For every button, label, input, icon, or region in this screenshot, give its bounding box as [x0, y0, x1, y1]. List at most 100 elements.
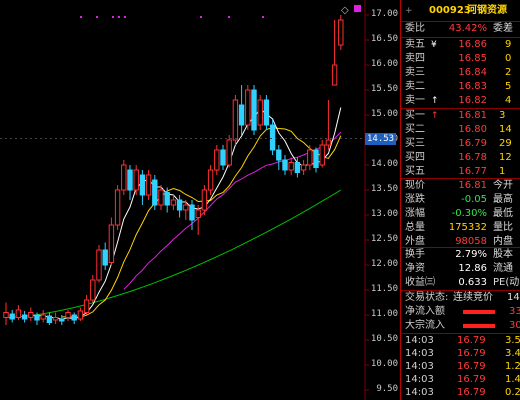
candle-body[interactable] — [276, 149, 282, 161]
quote-row: 涨幅 -0.30% 最低 — [401, 207, 520, 221]
candle-body[interactable] — [164, 192, 170, 206]
candle-body[interactable] — [9, 313, 15, 320]
candle-body[interactable] — [108, 224, 115, 263]
candle-body[interactable] — [158, 189, 164, 206]
candle-body[interactable] — [245, 89, 251, 126]
price-axis-label: 13.50 — [370, 184, 398, 194]
candle-body[interactable] — [96, 249, 102, 281]
ask-price: 16.82 — [458, 95, 487, 106]
candle-body[interactable] — [21, 314, 28, 320]
stats-value: 2.79% — [455, 249, 487, 260]
candle-body[interactable] — [294, 162, 301, 173]
quote-label: 涨跌 — [405, 194, 425, 205]
candle-body[interactable] — [338, 19, 344, 46]
candle-body[interactable] — [77, 310, 84, 320]
bid-price: 16.78 — [458, 152, 487, 163]
candle-body[interactable] — [251, 89, 257, 131]
candle-body[interactable] — [288, 162, 294, 171]
candle-body[interactable] — [28, 312, 34, 318]
bid-row: 买三 16.79 29 — [401, 137, 520, 151]
candle-body[interactable] — [90, 279, 96, 301]
candle-body[interactable] — [207, 169, 214, 191]
candle-body[interactable] — [83, 299, 90, 313]
candle-body[interactable] — [300, 164, 307, 171]
candle-body[interactable] — [52, 317, 59, 321]
candle-body[interactable] — [220, 149, 226, 166]
candle-body[interactable] — [170, 199, 177, 206]
candle-body[interactable] — [34, 314, 40, 321]
candle-body[interactable] — [133, 169, 139, 191]
candle-body[interactable] — [152, 179, 158, 206]
candle-body[interactable] — [121, 164, 127, 191]
stats-row: 净资 12.86 流通 — [401, 262, 520, 276]
tick-time: 14:03 — [405, 387, 434, 398]
candle-body[interactable] — [238, 104, 245, 126]
candle-body[interactable] — [59, 318, 65, 322]
candle-body[interactable] — [232, 99, 239, 141]
candle-body[interactable] — [145, 174, 152, 196]
quote-label2: 最高 — [493, 194, 513, 205]
candle-body[interactable] — [65, 312, 71, 318]
tick-price: 16.79 — [457, 348, 486, 359]
candle-body[interactable] — [201, 189, 208, 211]
ask-label: 卖五 — [405, 39, 425, 50]
candle-body[interactable] — [176, 199, 183, 211]
diamond-icon[interactable]: ◇ — [341, 5, 349, 16]
candle-body[interactable] — [139, 174, 146, 196]
tick-time: 14:03 — [405, 348, 434, 359]
price-axis-label: 17.00 — [370, 9, 398, 19]
stats-label: 净资 — [405, 263, 425, 274]
stats-value: 12.86 — [458, 263, 487, 274]
candle-body[interactable] — [313, 149, 319, 168]
quote-row: 总量 175332 量比 — [401, 221, 520, 235]
ma10-line — [61, 126, 342, 318]
tick-volume: 0.2 — [505, 387, 520, 398]
bid-volume: 12 — [499, 152, 512, 163]
candle-body[interactable] — [183, 204, 189, 211]
stats-label: 换手 — [405, 249, 425, 260]
candle-body[interactable] — [269, 124, 276, 151]
candle-body[interactable] — [282, 159, 288, 171]
ask-price: 16.83 — [458, 81, 487, 92]
tick-row: 14:03 16.79 1.4 — [401, 373, 520, 387]
candle-body[interactable] — [263, 99, 270, 126]
candle-body[interactable] — [127, 169, 133, 191]
price-axis-label: 10.50 — [370, 334, 398, 344]
bid-row: 买二 16.80 14 — [401, 123, 520, 137]
flow-value: 33 — [509, 306, 520, 317]
crosshair-price-label: 14.53 — [365, 132, 397, 145]
candle-body[interactable] — [189, 204, 195, 221]
ask-volume: 9 — [505, 39, 512, 50]
ask-price: 16.84 — [458, 67, 487, 78]
candle-body[interactable] — [195, 209, 201, 218]
candle-body[interactable] — [102, 249, 108, 266]
candle-body[interactable] — [71, 314, 77, 321]
quote-label: 涨幅 — [405, 208, 425, 219]
price-axis-label: 16.50 — [370, 34, 398, 44]
candle-body[interactable] — [226, 139, 232, 166]
kline-chart-svg[interactable]: ◇ — [0, 0, 400, 400]
candle-body[interactable] — [214, 149, 220, 171]
candle-body[interactable] — [319, 144, 325, 166]
quote-row: 涨跌 -0.05 最高 — [401, 193, 520, 207]
tick-price: 16.79 — [457, 361, 486, 372]
candle-body[interactable] — [325, 139, 332, 146]
plus-icon[interactable]: + — [405, 4, 413, 18]
candle-body[interactable] — [257, 99, 263, 126]
tick-volume: 1.4 — [505, 374, 520, 385]
bid-label: 买三 — [405, 138, 425, 149]
candle-body[interactable] — [40, 314, 46, 320]
stats-row: 换手 2.79% 股本 — [401, 248, 520, 262]
price-axis-label: 12.00 — [370, 259, 398, 269]
candle-body[interactable] — [46, 315, 53, 323]
ask-volume: 4 — [505, 95, 512, 106]
candle-body[interactable] — [3, 312, 9, 318]
candle-body[interactable] — [307, 149, 313, 166]
candle-body[interactable] — [331, 64, 338, 86]
candle-body[interactable] — [15, 309, 22, 318]
marker-square-icon[interactable] — [354, 5, 361, 12]
quote-row: 现价 16.81 今开 — [401, 179, 520, 193]
quote-label2: 量比 — [493, 222, 513, 233]
candle-body[interactable] — [114, 189, 121, 226]
kline-chart[interactable]: ◇ 17.0016.5016.0015.5015.0014.5014.0013.… — [0, 0, 400, 400]
